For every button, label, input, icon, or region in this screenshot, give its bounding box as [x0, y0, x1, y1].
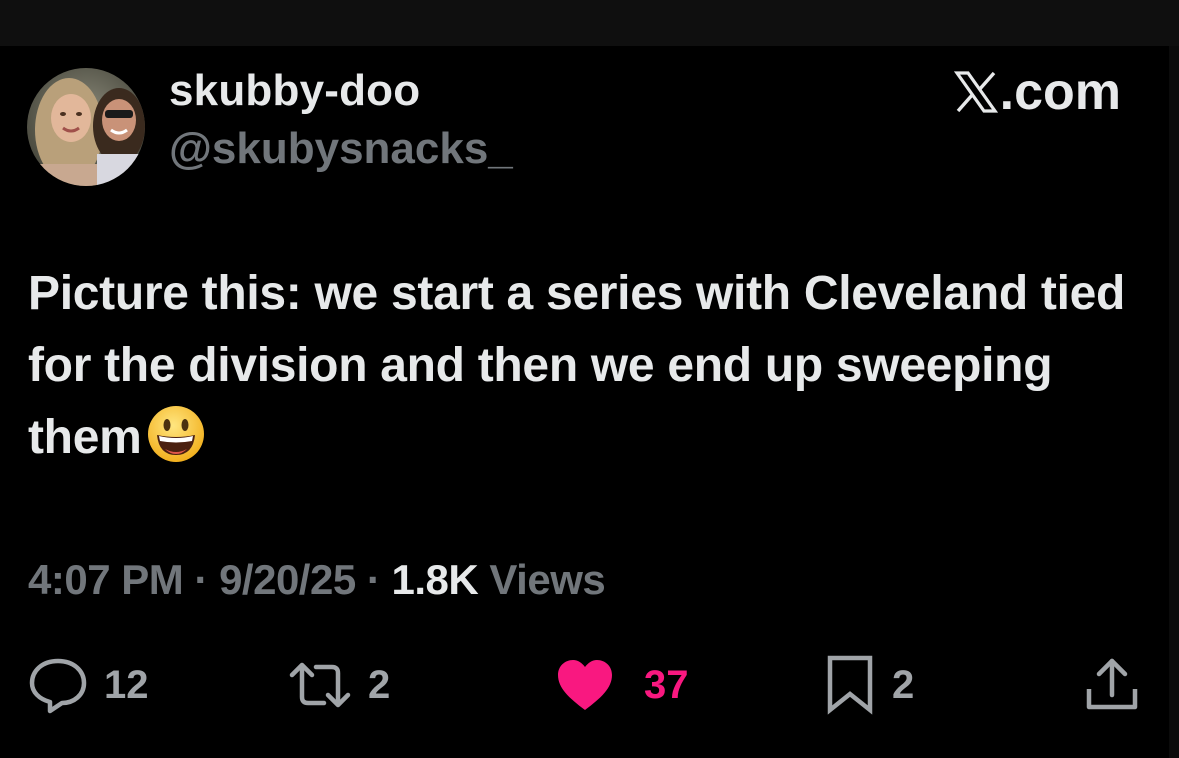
repost-button[interactable]: 2: [288, 655, 390, 715]
tweet-meta: 4:07 PM · 9/20/25 · 1.8K Views: [28, 556, 606, 604]
x-logo-icon: [953, 71, 998, 113]
scroll-edge: [1169, 46, 1179, 758]
top-status-bar: [0, 0, 1179, 46]
like-button[interactable]: 37: [556, 655, 689, 715]
meta-separator: ·: [355, 556, 392, 603]
brand-text: .com: [999, 63, 1121, 121]
heart-filled-icon: [558, 660, 612, 710]
views-count: 1.8K: [391, 556, 479, 603]
tweet-date[interactable]: 9/20/25: [219, 556, 356, 603]
share-button[interactable]: [1084, 655, 1140, 715]
reply-button[interactable]: 12: [28, 655, 149, 715]
bookmark-icon: [827, 655, 873, 715]
like-count: 37: [644, 662, 689, 707]
share-icon: [1086, 658, 1138, 710]
bookmark-count: 2: [892, 662, 915, 707]
repost-icon: [289, 662, 351, 708]
bookmark-button[interactable]: 2: [826, 655, 914, 715]
views-label: Views: [478, 556, 606, 603]
reply-icon: [29, 658, 87, 714]
grinning-face-emoji-icon: [148, 406, 205, 462]
avatar-photo: [27, 68, 145, 186]
meta-separator: ·: [183, 556, 220, 603]
tweet-time[interactable]: 4:07 PM: [28, 556, 184, 603]
avatar[interactable]: [27, 68, 145, 186]
reply-count: 12: [104, 662, 149, 707]
repost-count: 2: [368, 662, 391, 707]
action-bar: 12 2 37 2: [0, 655, 1179, 715]
user-handle[interactable]: @skubysnacks_: [169, 124, 513, 174]
display-name[interactable]: skubby-doo: [169, 66, 420, 116]
brand-watermark: .com: [953, 62, 1121, 122]
tweet-body: Picture this: we start a series with Cle…: [28, 258, 1153, 474]
